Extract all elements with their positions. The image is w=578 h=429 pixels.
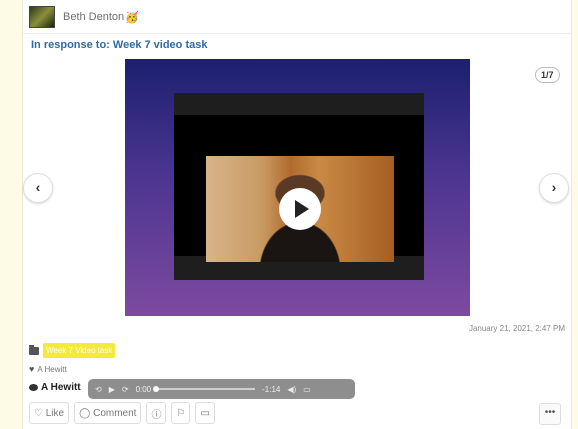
post-header: Beth Denton 🥳 [29,6,139,28]
flag-button[interactable]: ⚐ [171,402,191,424]
flag-icon: ⚐ [176,407,186,419]
chevron-right-icon[interactable]: › [539,173,569,203]
time-current: 0:00 [135,384,152,394]
post-timestamp: January 21, 2021, 2:47 PM [468,324,565,333]
tag-row: Week 7 Video task [29,343,116,358]
video-thumbnail[interactable] [206,156,394,262]
comment-button[interactable]: ◯ Comment [74,402,142,424]
likes-row: ♥ A Hewitt [29,364,67,374]
action-bar: ♡ Like ◯ Comment ⓘ ⚐ ▭ [29,402,220,424]
liker-name[interactable]: A Hewitt [37,365,66,374]
rewind-icon[interactable]: ⟲ [95,385,102,394]
info-icon: ⓘ [151,409,162,421]
author-name[interactable]: Beth Denton [63,11,124,23]
forward-icon[interactable]: ⟳ [122,385,129,394]
slide-counter: 1/7 [535,67,560,83]
info-button[interactable]: ⓘ [146,402,167,424]
commenter-name[interactable]: A Hewitt [41,382,81,393]
video-frame [174,93,424,280]
folder-outline-icon: ▭ [200,407,210,419]
avatar[interactable] [29,6,55,28]
folder-icon [29,344,39,355]
audio-player: ⟲ ▶ ⟳ 0:00 -1:14 ◀) ▭ [88,379,355,399]
like-label: Like [45,407,65,419]
like-button[interactable]: ♡ Like [29,402,70,424]
seek-slider[interactable] [153,386,256,392]
folder-button[interactable]: ▭ [195,402,215,424]
airplay-icon[interactable]: ▭ [303,385,311,394]
play-small-icon[interactable]: ▶ [109,385,115,394]
more-button[interactable]: ••• [539,403,561,425]
time-remaining: -1:14 [262,384,281,394]
comment-icon: ◯ [79,407,94,419]
chevron-left-icon[interactable]: ‹ [23,173,53,203]
play-icon[interactable] [279,188,321,230]
video-backdrop [174,115,424,262]
comment-row: A Hewitt [29,382,81,393]
media-slide [125,59,470,316]
heart-outline-icon: ♡ [34,407,46,419]
party-emoji-icon: 🥳 [125,11,139,24]
comment-label: Comment [93,407,137,419]
divider [23,33,571,34]
response-link[interactable]: In response to: Week 7 video task [31,39,207,51]
heart-icon: ♥ [29,364,35,374]
seek-knob[interactable] [153,386,160,392]
volume-icon[interactable]: ◀) [287,385,296,394]
tag-badge[interactable]: Week 7 Video task [43,343,116,358]
comment-bubble-icon [29,384,38,391]
post-card: Beth Denton 🥳 In response to: Week 7 vid… [22,0,572,429]
